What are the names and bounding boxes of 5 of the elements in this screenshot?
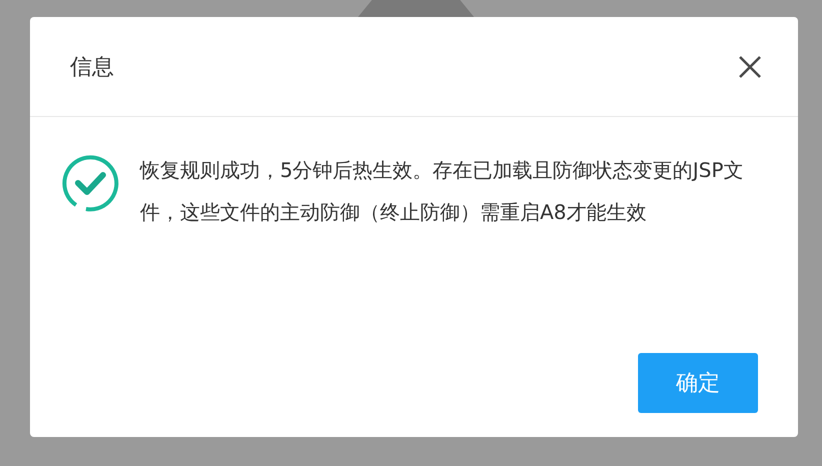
check-circle-icon <box>60 153 120 213</box>
close-icon[interactable] <box>738 54 762 78</box>
dialog-title: 信息 <box>70 54 114 82</box>
message-text: 恢复规则成功，5分钟后热生效。存在已加载且防御状态变更的JSP文件，这些文件的主动防御（终止防御）需重启A8才能生效 <box>140 157 744 226</box>
confirm-button[interactable]: 确定 <box>638 353 758 413</box>
